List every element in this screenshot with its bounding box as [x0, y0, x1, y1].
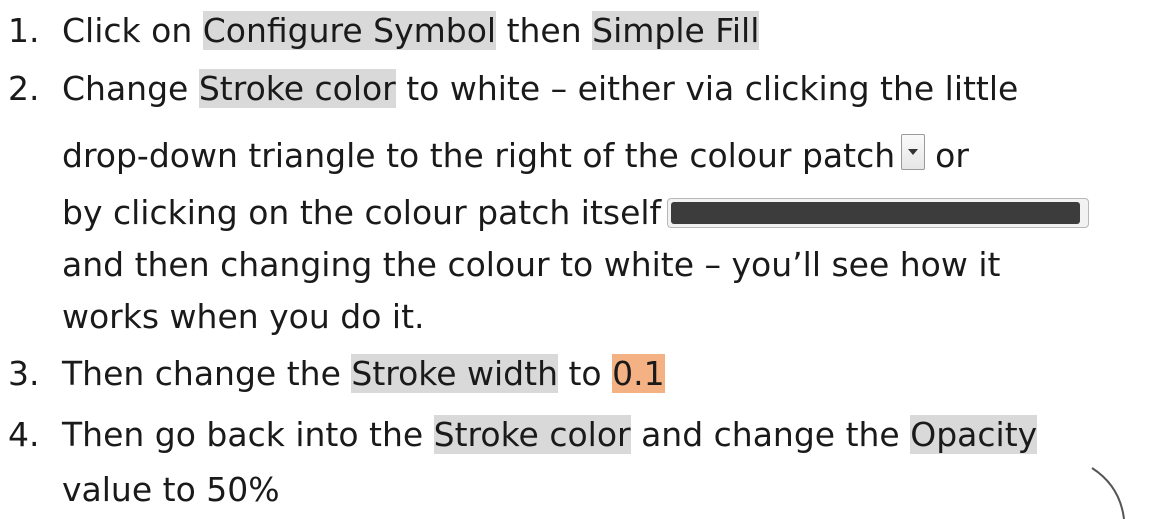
decorative-curve [1091, 467, 1125, 519]
